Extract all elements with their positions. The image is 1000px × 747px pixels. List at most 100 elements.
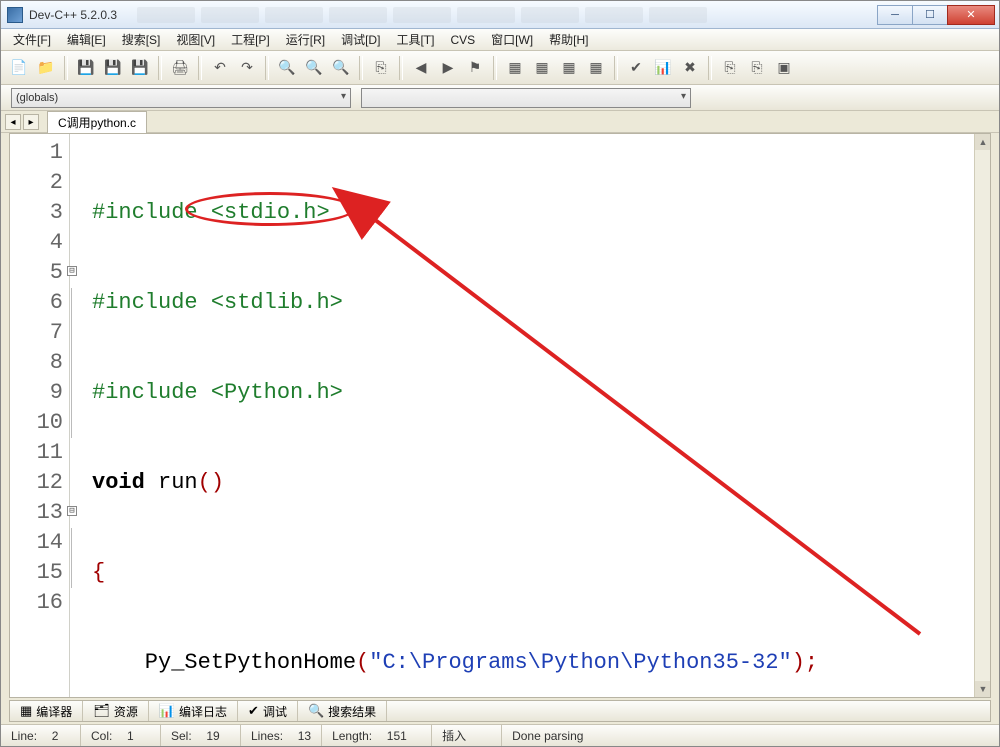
separator (198, 56, 202, 80)
status-bar: Line: 2 Col: 1 Sel: 19 Lines: 13 Length:… (1, 724, 999, 746)
title-bar: Dev-C++ 5.2.0.3 ─ ☐ ✕ (1, 1, 999, 29)
replace-button[interactable]: 🔍 (302, 56, 326, 80)
compile-button[interactable]: ▦ (503, 56, 527, 80)
separator (708, 56, 712, 80)
tab-prev-button[interactable]: ◂ (5, 114, 21, 130)
run-button[interactable]: ▦ (530, 56, 554, 80)
line-number: 9 (10, 378, 63, 408)
menu-tools[interactable]: 工具[T] (390, 29, 440, 50)
undo-button[interactable]: ↶ (208, 56, 232, 80)
code-editor[interactable]: 1 2 3 4 5⊟ 6 7 8 9 10 11 12 13⊟ 14 15 16… (9, 133, 991, 698)
file-tab-bar: ◂ ▸ C调用python.c (1, 111, 999, 133)
menu-help[interactable]: 帮助[H] (543, 29, 594, 50)
line-number: 13⊟ (10, 498, 63, 528)
search-icon: 🔍 (308, 703, 324, 719)
menu-edit[interactable]: 编辑[E] (61, 29, 112, 50)
new-project-button[interactable]: 📁 (34, 56, 58, 80)
back-button[interactable]: ◀ (409, 56, 433, 80)
find-in-files-button[interactable]: 🔍 (329, 56, 353, 80)
separator (158, 56, 162, 80)
line-number: 6 (10, 288, 63, 318)
status-parsing: Done parsing (502, 725, 999, 746)
maximize-button[interactable]: ☐ (912, 5, 948, 25)
line-gutter: 1 2 3 4 5⊟ 6 7 8 9 10 11 12 13⊟ 14 15 16 (10, 134, 70, 697)
members-combo[interactable] (361, 88, 691, 108)
options-button[interactable]: ▣ (772, 56, 796, 80)
separator (493, 56, 497, 80)
debug-icon: ✔ (248, 703, 259, 719)
line-number: 4 (10, 228, 63, 258)
redo-button[interactable]: ↷ (235, 56, 259, 80)
menu-file[interactable]: 文件[F] (7, 29, 57, 50)
rebuild-button[interactable]: ▦ (584, 56, 608, 80)
status-col: Col: 1 (81, 725, 161, 746)
menu-window[interactable]: 窗口[W] (485, 29, 539, 50)
status-sel: Sel: 19 (161, 725, 241, 746)
find-button[interactable]: 🔍 (275, 56, 299, 80)
background-tabs (137, 7, 878, 23)
status-lines: Lines: 13 (241, 725, 322, 746)
close-all-button[interactable]: ⎘ (745, 56, 769, 80)
status-insert-mode: 插入 (432, 725, 502, 746)
file-tab-active[interactable]: C调用python.c (47, 111, 147, 133)
log-icon: 📊 (159, 703, 175, 719)
stop-button[interactable]: ✖ (678, 56, 702, 80)
window-buttons: ─ ☐ ✕ (878, 5, 995, 25)
line-number: 8 (10, 348, 63, 378)
minimize-button[interactable]: ─ (877, 5, 913, 25)
separator (359, 56, 363, 80)
tab-debug[interactable]: ✔调试 (238, 701, 298, 721)
close-button[interactable]: ✕ (947, 5, 995, 25)
separator (399, 56, 403, 80)
tab-resource[interactable]: 🗂资源 (83, 701, 149, 721)
compiler-icon: ▦ (20, 703, 32, 719)
scroll-down-button[interactable]: ▼ (975, 681, 991, 697)
line-number: 10 (10, 408, 63, 438)
globals-combo-text: (globals) (16, 92, 58, 104)
menu-search[interactable]: 搜索[S] (116, 29, 167, 50)
menu-run[interactable]: 运行[R] (280, 29, 331, 50)
scroll-up-button[interactable]: ▲ (975, 134, 991, 150)
print-button[interactable]: 🖨 (168, 56, 192, 80)
line-number: 15 (10, 558, 63, 588)
menu-bar: 文件[F] 编辑[E] 搜索[S] 视图[V] 工程[P] 运行[R] 调试[D… (1, 29, 999, 51)
profile-button[interactable]: 📊 (651, 56, 675, 80)
tab-compile-log[interactable]: 📊编译日志 (149, 701, 238, 721)
window-title: Dev-C++ 5.2.0.3 (29, 8, 117, 22)
close-file-button[interactable]: ⎘ (718, 56, 742, 80)
debug-start-button[interactable]: ✔ (624, 56, 648, 80)
menu-view[interactable]: 视图[V] (170, 29, 221, 50)
code-area[interactable]: #include <stdio.h> #include <stdlib.h> #… (70, 134, 990, 697)
line-number: 5⊟ (10, 258, 63, 288)
line-number: 2 (10, 168, 63, 198)
save-button[interactable]: 💾 (74, 56, 98, 80)
line-number: 16 (10, 588, 63, 618)
line-number: 7 (10, 318, 63, 348)
menu-project[interactable]: 工程[P] (225, 29, 276, 50)
new-file-button[interactable]: 📄 (7, 56, 31, 80)
toolbar: 📄 📁 💾 💾 💾 🖨 ↶ ↷ 🔍 🔍 🔍 ⎘ ◀ ▶ ⚑ ▦ ▦ ▦ ▦ ✔ … (1, 51, 999, 85)
line-number: 14 (10, 528, 63, 558)
save-all-button[interactable]: 💾 (101, 56, 125, 80)
compile-run-button[interactable]: ▦ (557, 56, 581, 80)
vertical-scrollbar[interactable]: ▲ ▼ (974, 134, 990, 697)
tab-compiler[interactable]: ▦编译器 (10, 701, 83, 721)
menu-debug[interactable]: 调试[D] (335, 29, 386, 50)
app-icon (7, 7, 23, 23)
separator (64, 56, 68, 80)
save-as-button[interactable]: 💾 (128, 56, 152, 80)
output-tab-bar: ▦编译器 🗂资源 📊编译日志 ✔调试 🔍搜索结果 (9, 700, 991, 722)
menu-cvs[interactable]: CVS (444, 31, 481, 49)
forward-button[interactable]: ▶ (436, 56, 460, 80)
resource-icon: 🗂 (93, 703, 110, 719)
tab-search-results[interactable]: 🔍搜索结果 (298, 701, 387, 721)
goto-button[interactable]: ⎘ (369, 56, 393, 80)
line-number: 3 (10, 198, 63, 228)
status-length: Length: 151 (322, 725, 432, 746)
status-line: Line: 2 (1, 725, 81, 746)
bookmark-button[interactable]: ⚑ (463, 56, 487, 80)
line-number: 12 (10, 468, 63, 498)
tab-next-button[interactable]: ▸ (23, 114, 39, 130)
globals-combo[interactable]: (globals) (11, 88, 351, 108)
line-number: 11 (10, 438, 63, 468)
